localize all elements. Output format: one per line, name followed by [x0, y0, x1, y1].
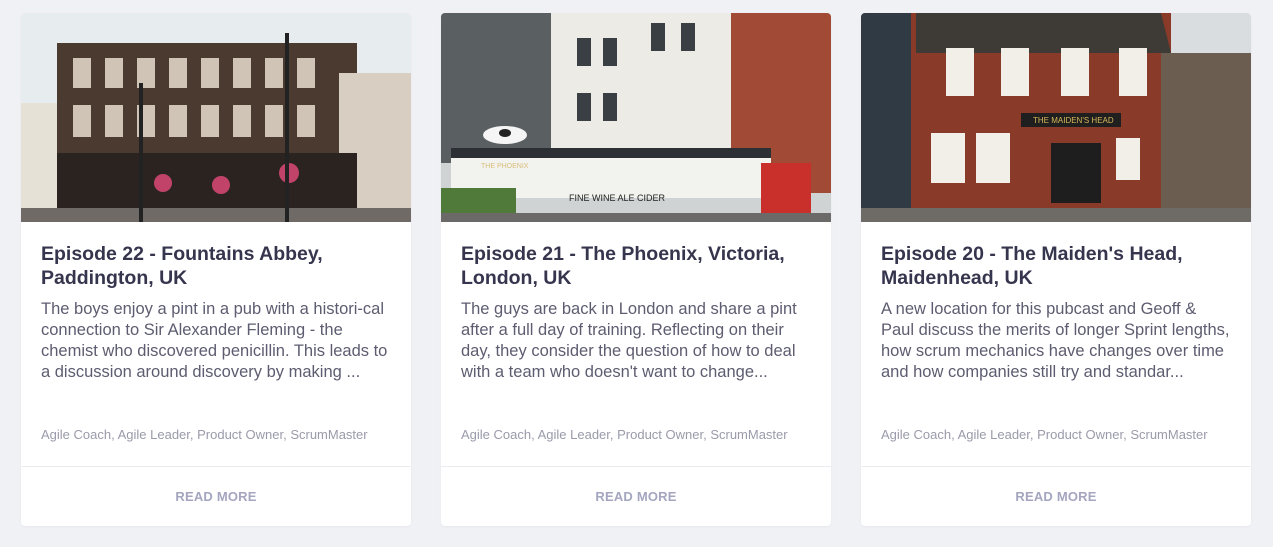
episode-card: THE MAIDEN'S HEAD Episode 20 - The Maide…: [861, 13, 1251, 526]
pub-photo-the-phoenix: THE PHOENIX FINE WINE ALE CIDER: [441, 13, 831, 222]
episode-thumbnail[interactable]: [21, 13, 411, 222]
pub-photo-maidens-head: THE MAIDEN'S HEAD: [861, 13, 1251, 222]
episode-tags: Agile Coach, Agile Leader, Product Owner…: [461, 427, 788, 442]
pub-photo-fountains-abbey: [21, 13, 411, 222]
episode-excerpt: The boys enjoy a pint in a pub with a hi…: [41, 300, 388, 381]
read-more-link[interactable]: READ MORE: [861, 467, 1251, 526]
episode-title[interactable]: Episode 22 - Fountains Abbey, Paddington…: [41, 242, 391, 290]
episode-card: Episode 22 - Fountains Abbey, Paddington…: [21, 13, 411, 526]
svg-text:THE PHOENIX: THE PHOENIX: [481, 163, 529, 170]
read-more-link[interactable]: READ MORE: [441, 467, 831, 526]
episode-grid: Episode 22 - Fountains Abbey, Paddington…: [0, 0, 1273, 547]
svg-text:THE MAIDEN'S HEAD: THE MAIDEN'S HEAD: [1033, 116, 1114, 125]
episode-thumbnail[interactable]: THE MAIDEN'S HEAD: [861, 13, 1251, 222]
episode-card: THE PHOENIX FINE WINE ALE CIDER Episode …: [441, 13, 831, 526]
episode-tags: Agile Coach, Agile Leader, Product Owner…: [881, 427, 1208, 442]
episode-title[interactable]: Episode 21 - The Phoenix, Victoria, Lond…: [461, 242, 811, 290]
episode-title[interactable]: Episode 20 - The Maiden's Head, Maidenhe…: [881, 242, 1231, 290]
episode-excerpt: The guys are back in London and share a …: [461, 300, 797, 381]
episode-excerpt: A new location for this pubcast and Geof…: [881, 300, 1230, 381]
svg-text:FINE WINE ALE CIDER: FINE WINE ALE CIDER: [569, 193, 666, 203]
episode-tags: Agile Coach, Agile Leader, Product Owner…: [41, 427, 368, 442]
episode-thumbnail[interactable]: THE PHOENIX FINE WINE ALE CIDER: [441, 13, 831, 222]
read-more-link[interactable]: READ MORE: [21, 467, 411, 526]
